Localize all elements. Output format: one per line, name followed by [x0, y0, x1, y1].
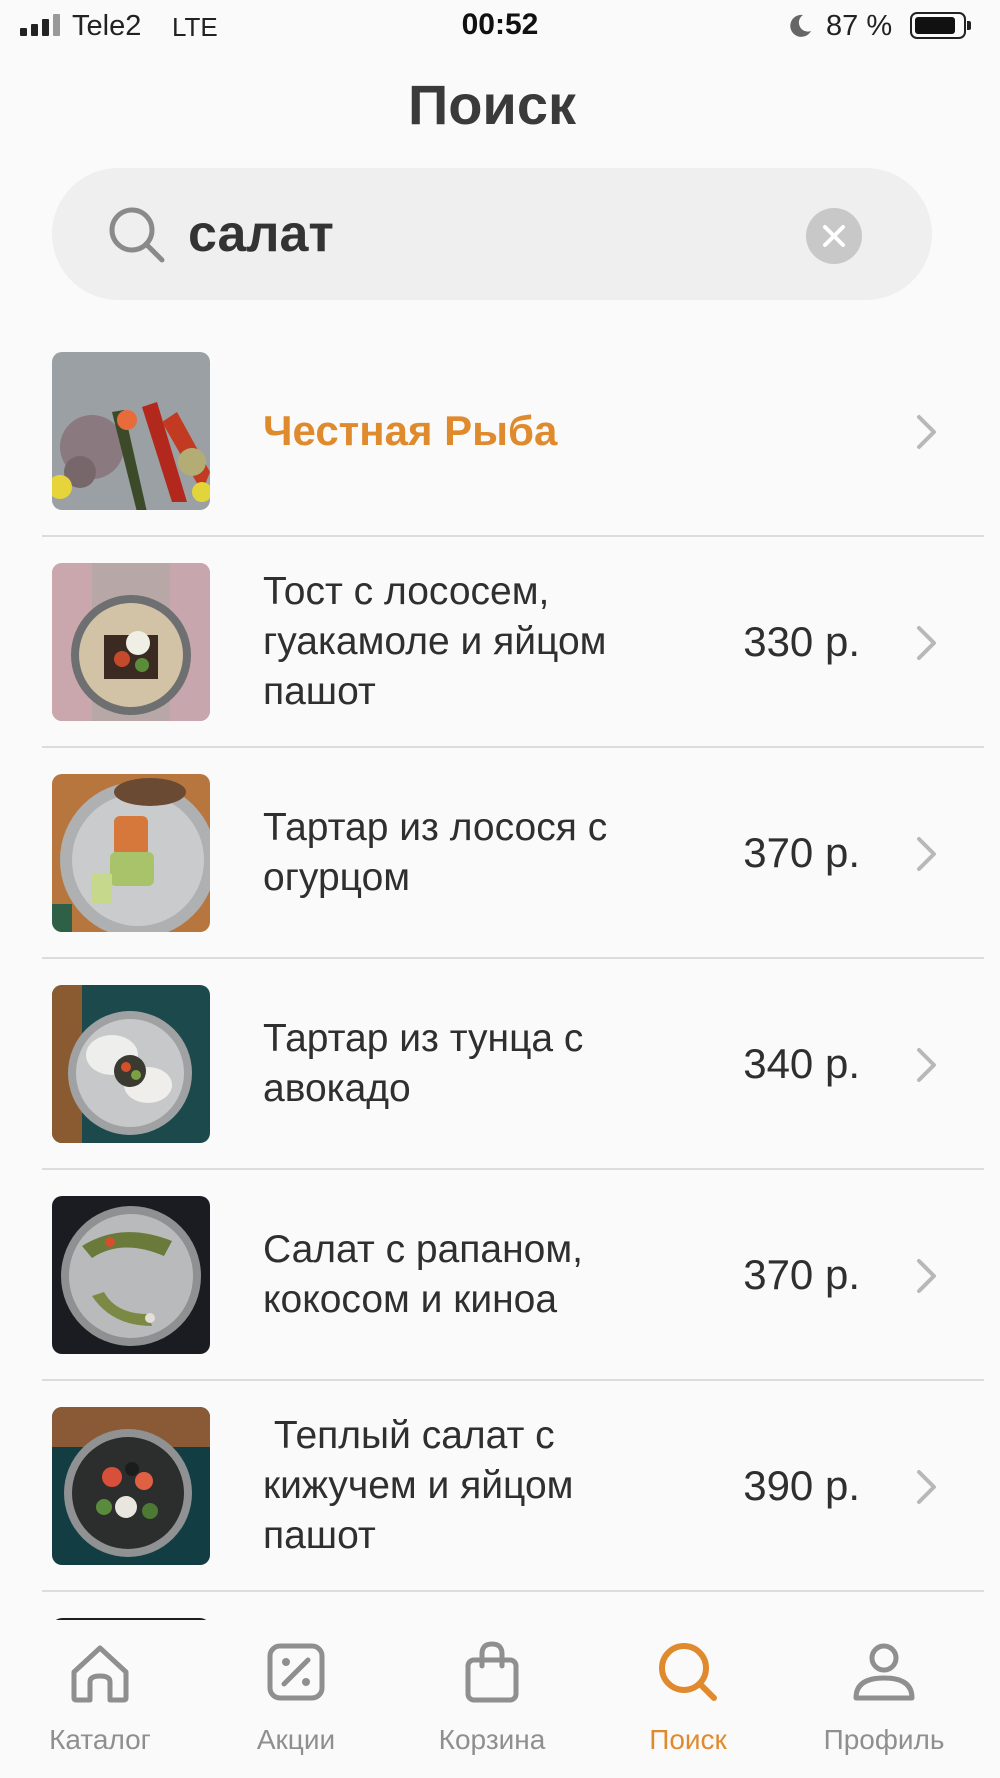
- tab-search[interactable]: Поиск: [588, 1620, 788, 1778]
- dish-price: 340 р.: [743, 1040, 860, 1087]
- chevron-right-icon: [917, 837, 936, 871]
- divider: [42, 1590, 984, 1592]
- battery-icon: [910, 12, 971, 39]
- chevron-right-icon: [917, 415, 936, 449]
- divider: [42, 1168, 984, 1170]
- dish-image: [52, 1196, 210, 1354]
- dish-image: [52, 1407, 210, 1565]
- dish-name: Салат с рапаном, кокосом и киноа: [263, 1228, 583, 1321]
- close-icon: [823, 225, 845, 247]
- search-input[interactable]: [188, 194, 828, 274]
- tab-catalog[interactable]: Каталог: [0, 1620, 200, 1778]
- divider: [42, 535, 984, 537]
- page-title: Поиск: [407, 73, 577, 136]
- divider: [42, 746, 984, 748]
- store-image: [52, 352, 210, 510]
- result-row-dish[interactable]: Тартар из тунца с авокадо 340 р.: [0, 973, 1000, 1184]
- chevron-right-icon: [917, 1048, 936, 1082]
- dish-price: 330 р.: [743, 618, 860, 665]
- divider: [42, 1379, 984, 1381]
- result-row-store[interactable]: Честная Рыба: [0, 340, 1000, 551]
- tab-label: Корзина: [438, 1724, 546, 1755]
- dish-image: [52, 774, 210, 932]
- result-row-dish[interactable]: Теплый салат с кижучем и яйцом пашот 390…: [0, 1395, 1000, 1606]
- dish-name: Теплый салат с кижучем и яйцом пашот: [263, 1414, 585, 1557]
- tab-bar: Каталог Акции Корзина Поиск Профиль: [0, 1620, 1000, 1778]
- battery-percent: 87 %: [826, 10, 893, 42]
- dish-name: Тартар из лосося с огурцом: [263, 806, 608, 899]
- tab-cart[interactable]: Корзина: [392, 1620, 592, 1778]
- tab-label: Профиль: [823, 1724, 945, 1755]
- status-bar: Tele2 LTE 00:52 87 %: [0, 0, 1000, 56]
- dish-price: 370 р.: [743, 829, 860, 876]
- result-row-dish[interactable]: Тост с лососем, гуакамоле и яйцом пашот …: [0, 551, 1000, 762]
- dish-name: Тартар из тунца с авокадо: [263, 1017, 584, 1110]
- result-row-dish[interactable]: Тартар из лосося с огурцом 370 р.: [0, 762, 1000, 973]
- search-icon: [109, 207, 165, 263]
- search-results-list: Честная Рыба Тост с лососем, гуакамоле и…: [0, 340, 1000, 1646]
- home-icon: [71, 1645, 129, 1703]
- chevron-right-icon: [917, 1259, 936, 1293]
- divider: [42, 957, 984, 959]
- bag-icon: [465, 1641, 519, 1703]
- dish-image: [52, 985, 210, 1143]
- tab-label: Поиск: [649, 1724, 727, 1755]
- moon-icon: [790, 14, 811, 37]
- discount-icon: [267, 1643, 325, 1701]
- clear-search-button[interactable]: [806, 208, 862, 264]
- search-bar[interactable]: [52, 168, 932, 300]
- profile-icon: [853, 1643, 915, 1701]
- tab-label: Акции: [256, 1724, 336, 1755]
- dish-image: [52, 563, 210, 721]
- tab-promotions[interactable]: Акции: [196, 1620, 396, 1778]
- store-name: Честная Рыба: [263, 407, 558, 454]
- chevron-right-icon: [917, 1470, 936, 1504]
- dish-name: Тост с лососем, гуакамоле и яйцом пашот: [263, 570, 607, 713]
- tab-label: Каталог: [49, 1724, 151, 1755]
- dish-price: 370 р.: [743, 1251, 860, 1298]
- chevron-right-icon: [917, 626, 936, 660]
- dish-price: 390 р.: [743, 1462, 860, 1509]
- result-row-dish[interactable]: Салат с рапаном, кокосом и киноа 370 р.: [0, 1184, 1000, 1395]
- tab-profile[interactable]: Профиль: [784, 1620, 984, 1778]
- search-icon: [659, 1643, 717, 1701]
